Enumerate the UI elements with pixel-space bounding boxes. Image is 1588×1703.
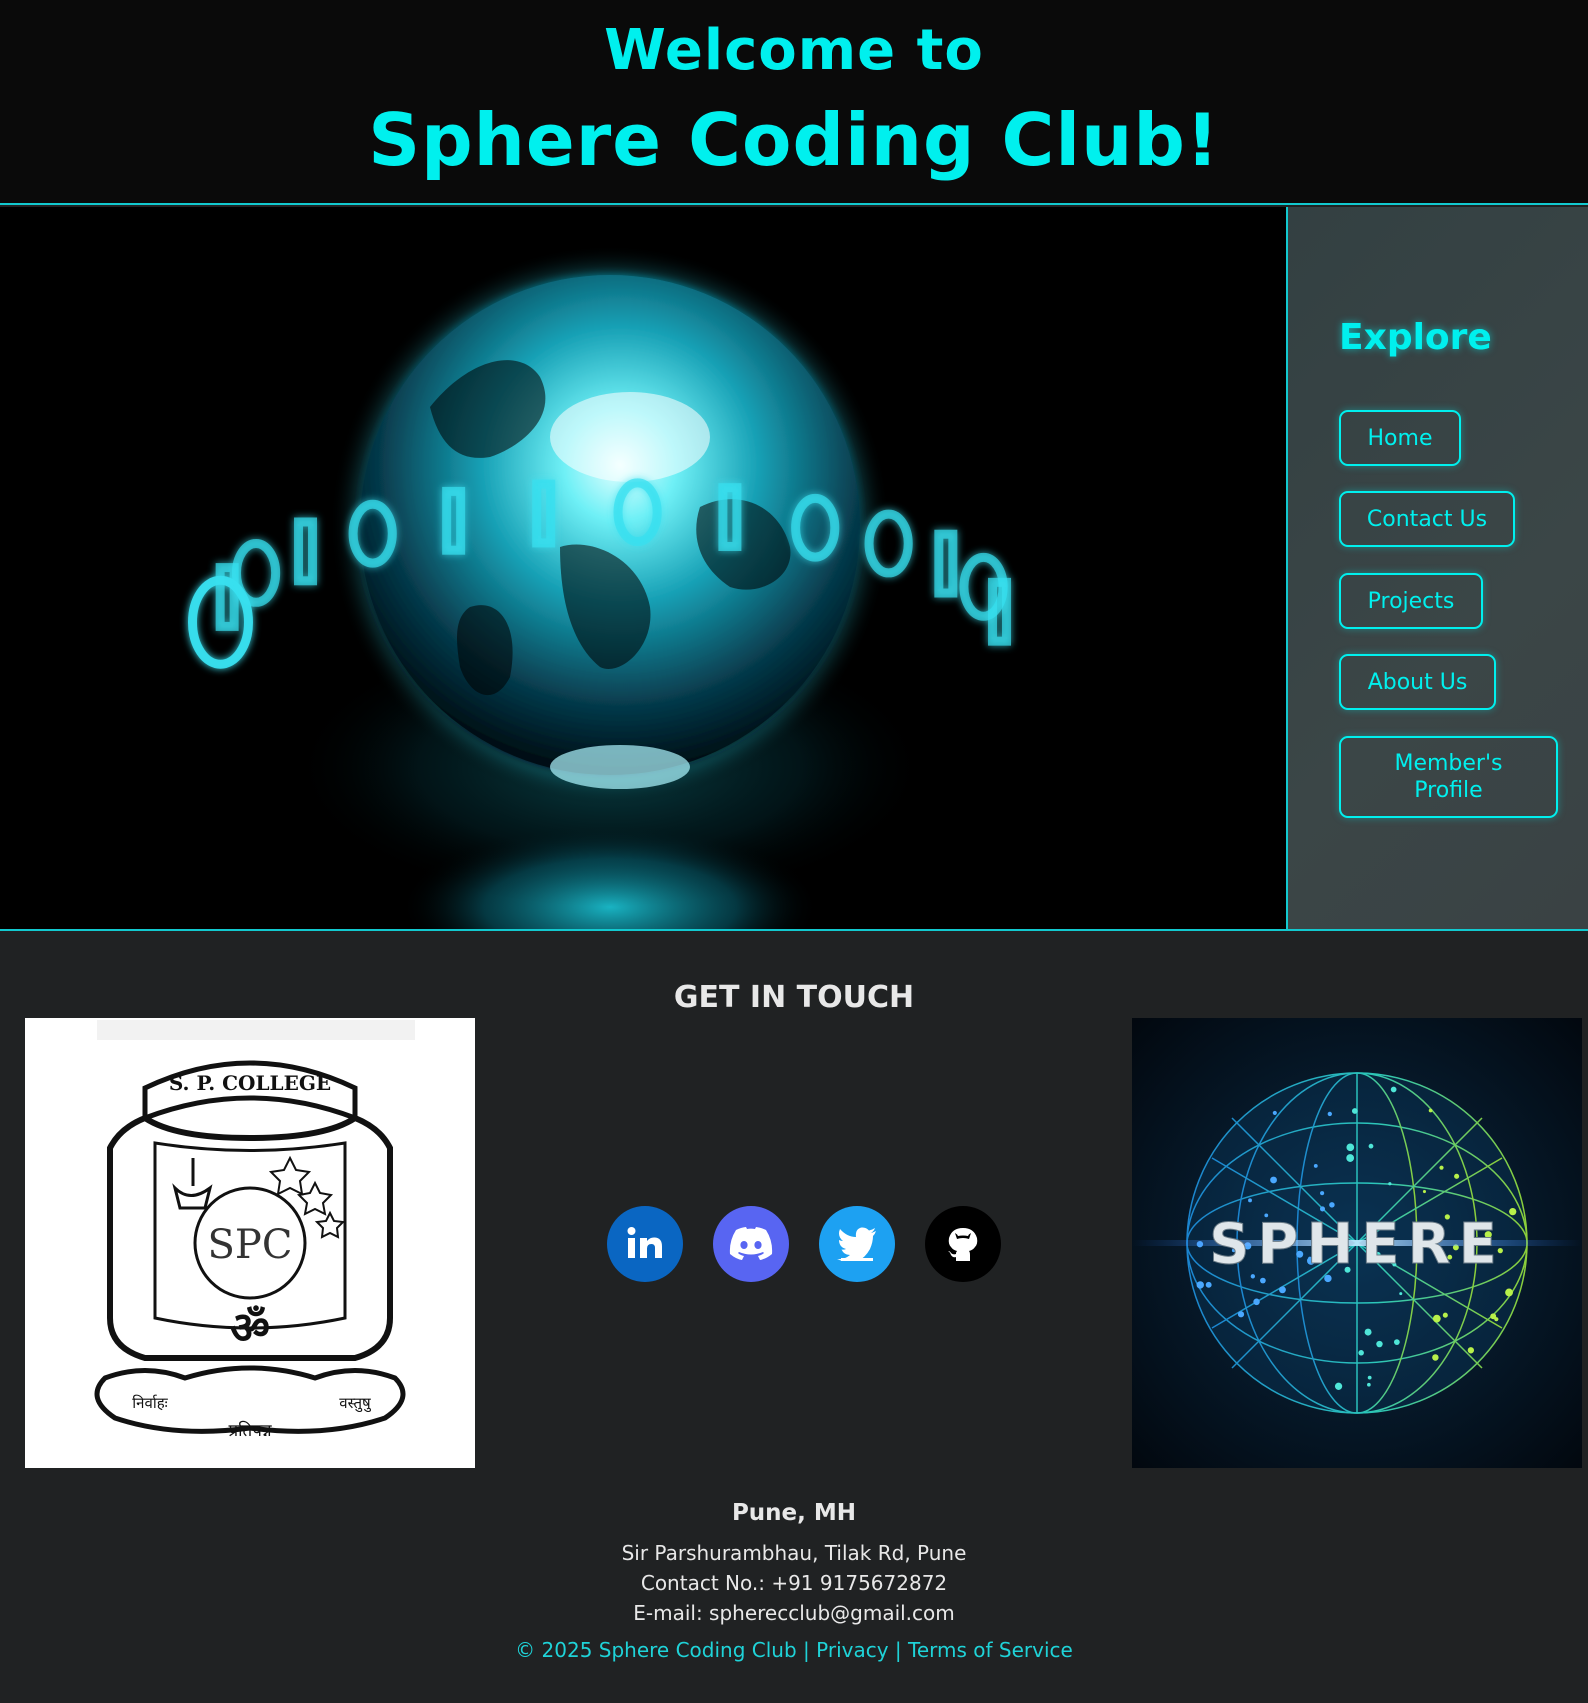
separator: | xyxy=(803,1638,810,1662)
scroll-left-text: निर्वाहः xyxy=(132,1394,168,1412)
separator: | xyxy=(894,1638,902,1662)
welcome-heading: Welcome to xyxy=(604,18,984,83)
network-node xyxy=(1505,1288,1513,1297)
explore-sidebar: Explore Home Contact Us Projects About U… xyxy=(1286,207,1588,929)
address-street: Sir Parshurambhau, Tilak Rd, Pune xyxy=(621,1541,967,1565)
network-node xyxy=(1272,1110,1277,1115)
network-node xyxy=(1367,1382,1371,1387)
network-node xyxy=(1279,1286,1286,1294)
network-node xyxy=(1388,1182,1392,1186)
network-node xyxy=(1346,1143,1355,1152)
twitter-icon[interactable] xyxy=(819,1206,895,1282)
terms-link[interactable]: Terms of Service xyxy=(908,1638,1073,1662)
network-node xyxy=(1313,1163,1318,1168)
network-node xyxy=(1428,1108,1433,1113)
site-header: Welcome to Sphere Coding Club! xyxy=(0,0,1588,205)
club-title: Sphere Coding Club! xyxy=(368,98,1220,182)
network-node xyxy=(1422,1189,1427,1194)
network-node xyxy=(1376,1340,1383,1348)
nav-contact-us-button[interactable]: Contact Us xyxy=(1339,491,1515,547)
section-divider xyxy=(0,929,1588,931)
footer-copyright-bar: © 2025 Sphere Coding Club | Privacy | Te… xyxy=(0,1638,1588,1662)
globe-illustration xyxy=(0,207,1286,929)
network-node xyxy=(1442,1312,1448,1318)
network-node xyxy=(1253,1298,1260,1306)
scroll-bottom-text: प्रतिपन्न xyxy=(228,1420,271,1441)
hero-image xyxy=(0,207,1286,929)
network-node xyxy=(1393,1339,1400,1345)
network-node xyxy=(1334,1382,1343,1390)
contact-number: Contact No.: +91 9175672872 xyxy=(640,1571,948,1595)
network-node xyxy=(1494,1317,1499,1322)
network-node xyxy=(1327,1111,1332,1117)
network-node xyxy=(1390,1086,1397,1093)
network-node xyxy=(1432,1354,1439,1361)
network-node xyxy=(1351,1108,1358,1114)
privacy-link[interactable]: Privacy xyxy=(816,1638,888,1662)
network-node xyxy=(1196,1281,1204,1289)
github-icon[interactable] xyxy=(925,1206,1001,1282)
network-node xyxy=(1454,1173,1460,1179)
explore-title: Explore xyxy=(1339,317,1492,358)
college-name-text: S. P. COLLEGE xyxy=(169,1071,331,1095)
nav-members-profile-button[interactable]: Member's Profile xyxy=(1339,736,1558,818)
nav-about-us-button[interactable]: About Us xyxy=(1339,654,1496,710)
nav-home-button[interactable]: Home xyxy=(1339,410,1461,466)
nav-projects-button[interactable]: Projects xyxy=(1339,573,1483,629)
network-node xyxy=(1248,1198,1252,1203)
network-node xyxy=(1364,1328,1372,1336)
copyright-text: © 2025 Sphere Coding Club xyxy=(515,1638,797,1662)
network-node xyxy=(1205,1281,1212,1288)
scroll-right-text: वस्तुषु xyxy=(339,1394,371,1413)
network-node xyxy=(1399,1292,1403,1296)
network-node xyxy=(1467,1347,1475,1354)
network-node xyxy=(1367,1375,1372,1380)
network-node xyxy=(1439,1165,1444,1170)
address-city: Pune, MH xyxy=(731,1500,857,1526)
discord-icon[interactable] xyxy=(713,1206,789,1282)
om-symbol: ॐ xyxy=(230,1303,270,1354)
network-node xyxy=(1237,1311,1245,1318)
network-node xyxy=(1320,1191,1325,1196)
network-node xyxy=(1368,1143,1374,1149)
linkedin-icon[interactable] xyxy=(607,1206,683,1282)
social-links xyxy=(0,1206,1588,1282)
network-node xyxy=(1346,1154,1355,1162)
network-node xyxy=(1270,1176,1277,1184)
get-in-touch-heading: GET IN TOUCH xyxy=(673,980,915,1015)
network-node xyxy=(1432,1314,1441,1323)
contact-email: E-mail: spherecclub@gmail.com xyxy=(633,1601,955,1625)
network-node xyxy=(1358,1350,1364,1356)
